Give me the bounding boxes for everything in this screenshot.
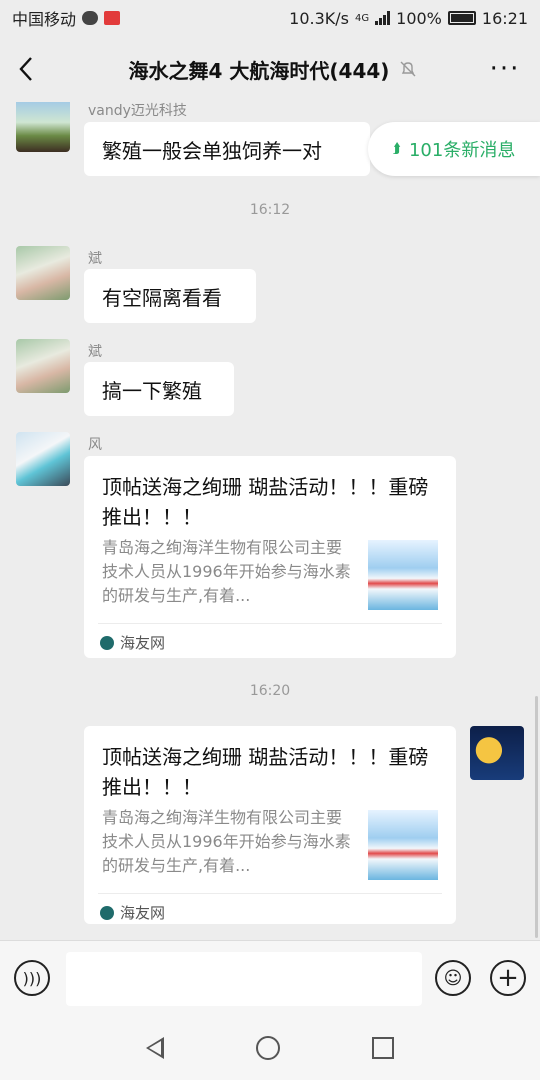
self-avatar[interactable] <box>470 726 524 780</box>
card-title: 顶帖送海之绚珊 瑚盐活动！！！重磅推出！！！ <box>102 475 429 529</box>
input-bar: ))) ☺ + <box>0 940 540 1016</box>
sender-name: vandy迈光科技 <box>88 103 187 119</box>
system-back-icon[interactable] <box>146 1037 164 1059</box>
status-bar: 中国移动 10.3K/s 4G 100% 16:21 <box>0 0 540 36</box>
new-messages-button[interactable]: ⮭ 101条新消息 <box>368 122 540 176</box>
sender-name: 风 <box>88 437 102 453</box>
scrollbar[interactable] <box>535 696 538 938</box>
source-logo-icon <box>100 905 114 920</box>
plus-icon: + <box>497 963 519 993</box>
card-title: 顶帖送海之绚珊 瑚盐活动！！！重磅推出！！！ <box>102 745 429 799</box>
link-card[interactable]: 顶帖送海之绚珊 瑚盐活动！！！重磅推出！！！ 青岛海之绚海洋生物有限公司主要技术… <box>84 726 456 924</box>
chat-title: 海水之舞4 大航海时代(444) <box>128 58 390 83</box>
message-list[interactable]: vandy迈光科技 繁殖一般会单独饲养一对 16:12 斌 有空隔离看看 斌 搞… <box>0 102 540 940</box>
avatar[interactable] <box>16 102 70 152</box>
voice-icon: ))) <box>22 968 42 988</box>
card-thumbnail <box>368 810 438 880</box>
back-button[interactable] <box>0 36 52 102</box>
card-source: 海友网 <box>100 902 165 923</box>
card-description: 青岛海之绚海洋生物有限公司主要技术人员从1996年开始参与海水素的研发与生产,有… <box>102 538 351 605</box>
system-home-icon[interactable] <box>256 1036 280 1060</box>
sender-name: 斌 <box>88 344 102 360</box>
message-bubble[interactable]: 繁殖一般会单独饲养一对 <box>84 122 370 176</box>
card-source-label: 海友网 <box>120 904 166 922</box>
message-bubble[interactable]: 搞一下繁殖 <box>84 362 234 416</box>
carrier-name: 中国移动 <box>12 10 77 29</box>
chat-header: 海水之舞4 大航海时代(444) ··· <box>0 36 540 102</box>
huawei-app-icon <box>104 11 121 25</box>
chevron-left-icon <box>19 57 32 81</box>
divider <box>98 623 442 624</box>
card-source: 海友网 <box>100 632 165 653</box>
divider <box>98 893 442 894</box>
new-messages-label: 101条新消息 <box>408 140 516 161</box>
link-card[interactable]: 顶帖送海之绚珊 瑚盐活动！！！重磅推出！！！ 青岛海之绚海洋生物有限公司主要技术… <box>84 456 456 658</box>
battery-percent: 100% <box>396 8 442 28</box>
card-description: 青岛海之绚海洋生物有限公司主要技术人员从1996年开始参与海水素的研发与生产,有… <box>102 808 351 875</box>
clock: 16:21 <box>481 8 528 28</box>
avatar[interactable] <box>16 432 70 486</box>
signal-icon <box>375 11 391 25</box>
message-notification-icon <box>82 11 99 25</box>
avatar[interactable] <box>16 339 70 393</box>
timestamp: 16:12 <box>249 202 291 218</box>
message-bubble[interactable]: 有空隔离看看 <box>84 269 256 323</box>
plus-button[interactable]: + <box>490 960 526 996</box>
double-chevron-up-icon: ⮭ <box>392 141 401 157</box>
message-input[interactable] <box>66 952 422 1006</box>
card-thumbnail <box>368 540 438 610</box>
sender-name: 斌 <box>88 251 102 267</box>
emoji-button[interactable]: ☺ <box>435 960 471 996</box>
card-source-label: 海友网 <box>120 634 166 652</box>
network-type: 4G <box>355 12 370 24</box>
more-options-button[interactable]: ··· <box>470 36 540 102</box>
emoji-icon: ☺ <box>443 967 463 989</box>
timestamp: 16:20 <box>249 683 291 699</box>
chat-title-area: 海水之舞4 大航海时代(444) <box>52 55 470 84</box>
battery-icon <box>447 11 476 25</box>
system-navigation-bar <box>0 1016 540 1080</box>
source-logo-icon <box>100 635 114 650</box>
avatar[interactable] <box>16 246 70 300</box>
voice-button[interactable]: ))) <box>14 960 50 996</box>
network-speed: 10.3K/s <box>289 8 350 28</box>
system-recent-apps-icon[interactable] <box>372 1037 394 1059</box>
bell-off-icon <box>400 61 416 77</box>
